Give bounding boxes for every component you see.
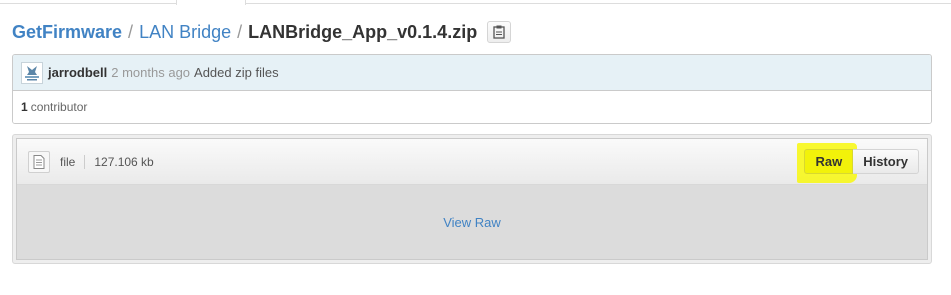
- commit-author-link[interactable]: jarrodbell: [48, 65, 107, 80]
- file-header: file 127.106 kb Raw History: [17, 139, 927, 185]
- commit-box: jarrodbell 2 months ago Added zip files …: [12, 54, 932, 124]
- breadcrumb-separator: /: [128, 21, 134, 42]
- commit-message[interactable]: Added zip files: [194, 65, 279, 80]
- file-box: file 127.106 kb Raw History View Raw: [12, 134, 932, 264]
- file-panel: file 127.106 kb Raw History View Raw: [16, 138, 928, 260]
- commit-time: 2 months ago: [111, 65, 191, 80]
- contributor-count: 1: [21, 100, 28, 114]
- user-avatar-icon: [25, 65, 39, 80]
- breadcrumb-current-file: LANBridge_App_v0.1.4.zip: [248, 21, 478, 42]
- file-type: file: [60, 154, 76, 169]
- breadcrumb-separator: /: [237, 21, 243, 42]
- file-icon: [33, 154, 45, 169]
- commit-summary: jarrodbell 2 months ago Added zip files: [13, 55, 931, 91]
- clipboard-icon: [493, 25, 505, 39]
- tab-strip-line: [0, 3, 951, 4]
- active-tab-remnant[interactable]: [176, 0, 246, 5]
- copy-path-button[interactable]: [487, 21, 512, 43]
- file-size: 127.106 kb: [94, 154, 154, 169]
- breadcrumb: GetFirmware / LAN Bridge / LANBridge_App…: [12, 20, 512, 44]
- breadcrumb-repo-link[interactable]: GetFirmware: [12, 22, 122, 43]
- raw-button[interactable]: Raw: [804, 149, 854, 174]
- breadcrumb-folder-link[interactable]: LAN Bridge: [139, 22, 231, 43]
- tab-strip: [0, 0, 951, 5]
- file-actions: Raw History: [804, 149, 919, 174]
- meta-divider: [84, 154, 86, 169]
- file-icon-box: [28, 150, 50, 173]
- avatar[interactable]: [21, 61, 43, 84]
- file-content-area: View Raw: [17, 185, 927, 259]
- contributor-label: contributor: [30, 100, 88, 114]
- view-raw-link[interactable]: View Raw: [443, 215, 501, 230]
- history-button[interactable]: History: [853, 149, 919, 174]
- contributors-row[interactable]: 1 contributor: [13, 91, 931, 123]
